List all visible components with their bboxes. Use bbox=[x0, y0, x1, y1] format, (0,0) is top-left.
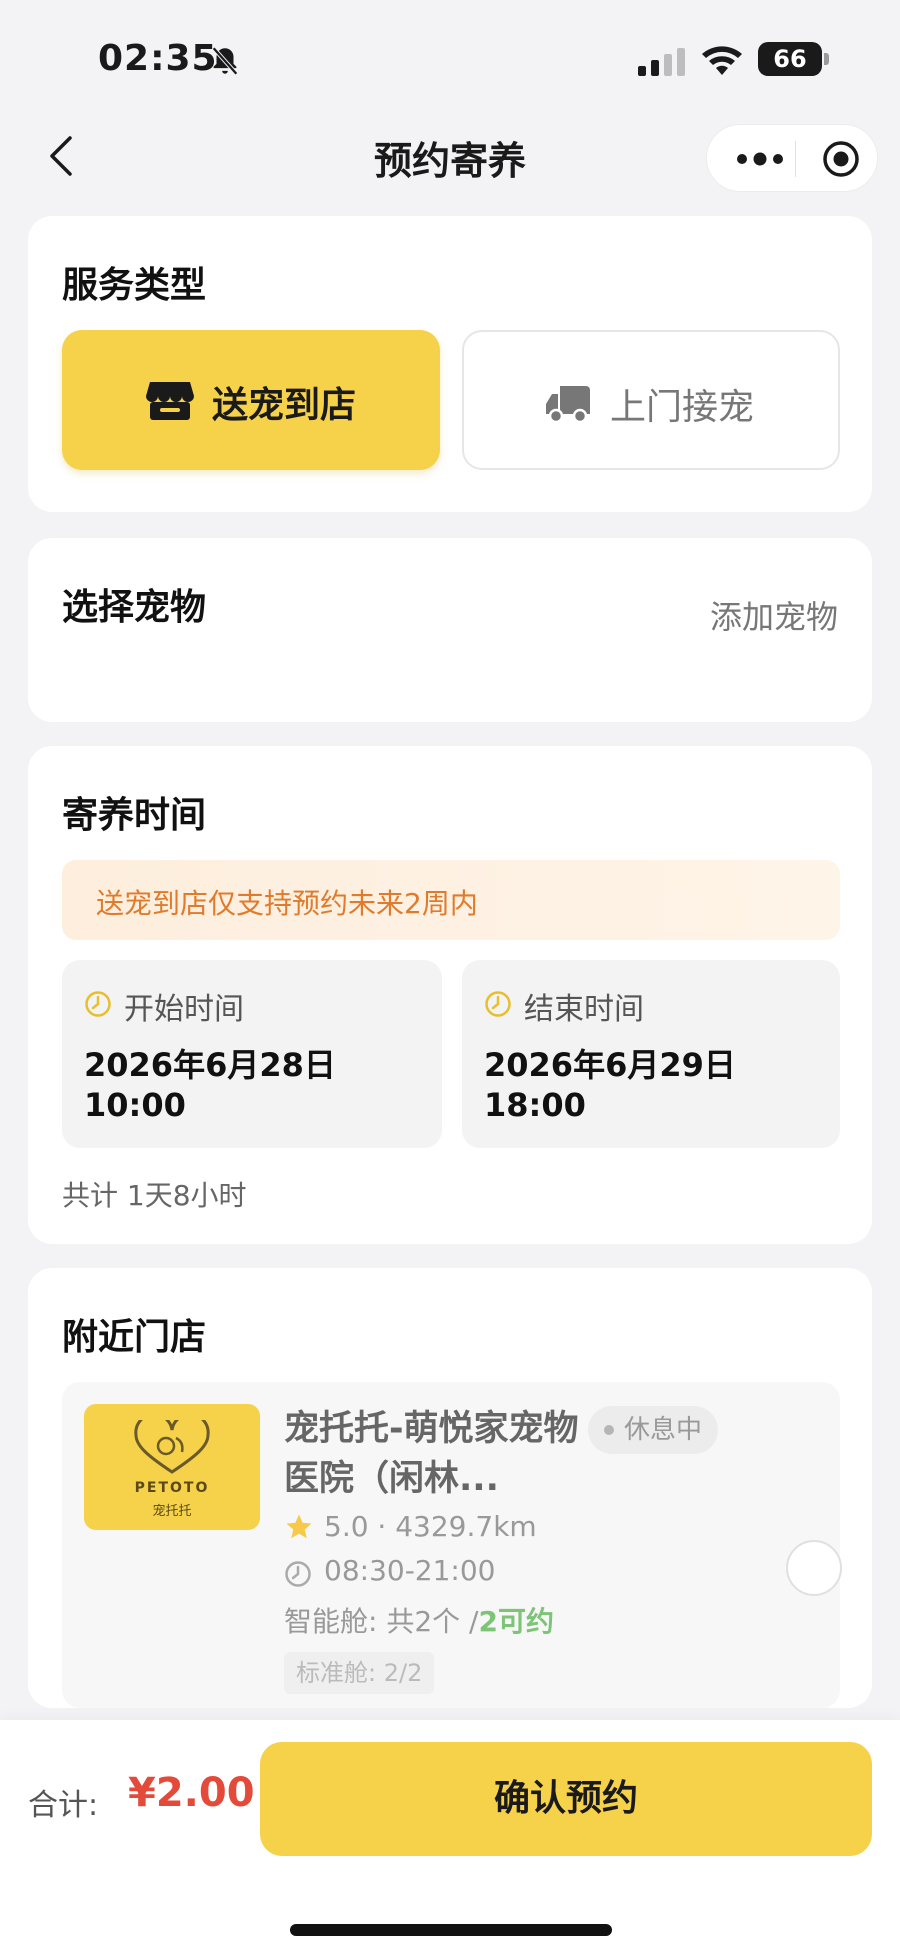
close-target-icon[interactable] bbox=[821, 139, 861, 179]
end-time-label: 结束时间 bbox=[524, 992, 644, 1027]
logo-text-cn: 宠托托 bbox=[152, 1504, 192, 1519]
confirm-booking-button[interactable]: 确认预约 bbox=[260, 1742, 872, 1856]
heart-pet-logo-icon bbox=[134, 1420, 210, 1474]
select-pet-card: 选择宠物 添加宠物 bbox=[28, 538, 872, 722]
boarding-time-title: 寄养时间 bbox=[62, 795, 207, 836]
start-time-picker[interactable]: 开始时间 2026年6月28日 10:00 bbox=[62, 960, 442, 1148]
notice-banner: 送宠到店仅支持预约未来2周内 bbox=[62, 860, 840, 940]
service-option-label: 上门接宠 bbox=[610, 387, 755, 428]
service-option-pickup[interactable]: 上门接宠 bbox=[462, 330, 840, 470]
service-type-title: 服务类型 bbox=[62, 265, 207, 306]
status-bar: 02:35 66 bbox=[0, 0, 900, 120]
store-name: 宠托托-萌悦家宠物医院（闲林... bbox=[284, 1409, 579, 1499]
start-hour: 10:00 bbox=[84, 1086, 186, 1124]
end-hour: 18:00 bbox=[484, 1086, 586, 1124]
store-icon bbox=[146, 382, 194, 420]
store-capsule-info: 智能舱: 共2个 /2可约 bbox=[284, 1600, 554, 1640]
boarding-time-card: 寄养时间 送宠到店仅支持预约未来2周内 开始时间 2026年6月28日 10:0… bbox=[28, 746, 872, 1244]
status-time: 02:35 bbox=[98, 38, 218, 79]
bell-off-icon bbox=[212, 46, 238, 76]
add-pet-button[interactable]: 添加宠物 bbox=[710, 592, 838, 638]
mini-program-capsule bbox=[706, 124, 878, 192]
total-label: 合计: bbox=[28, 1788, 99, 1823]
store-rating-distance: 5.0 · 4329.7km bbox=[324, 1510, 537, 1543]
store-select-radio[interactable] bbox=[786, 1540, 842, 1596]
clock-icon bbox=[85, 991, 111, 1017]
end-time-picker[interactable]: 结束时间 2026年6月29日 18:00 bbox=[462, 960, 840, 1148]
clock-icon bbox=[485, 991, 511, 1017]
store-list-item[interactable]: PETOTO 宠托托 宠托托-萌悦家宠物医院（闲林... 休息中 5.0 · 4… bbox=[62, 1382, 842, 1708]
signal-icon bbox=[638, 48, 685, 76]
home-indicator bbox=[290, 1924, 612, 1936]
battery-tip bbox=[824, 53, 829, 65]
select-pet-title: 选择宠物 bbox=[62, 587, 207, 628]
service-option-dropoff[interactable]: 送宠到店 bbox=[62, 330, 440, 470]
wifi-icon bbox=[702, 46, 742, 75]
truck-icon bbox=[546, 386, 590, 424]
capsule-divider bbox=[795, 141, 796, 177]
status-badge: 休息中 bbox=[588, 1406, 719, 1454]
store-hours: 08:30-21:00 bbox=[324, 1554, 496, 1587]
total-amount: ¥2.00 bbox=[128, 1770, 255, 1816]
duration-text: 共计 1天8小时 bbox=[62, 1179, 247, 1212]
more-icon[interactable] bbox=[733, 147, 787, 171]
start-date: 2026年6月28日 bbox=[84, 1046, 336, 1084]
capsule-total: 智能舱: 共2个 / bbox=[284, 1605, 479, 1638]
start-time-label: 开始时间 bbox=[124, 992, 244, 1027]
star-icon bbox=[286, 1514, 312, 1539]
notice-text: 送宠到店仅支持预约未来2周内 bbox=[96, 887, 478, 920]
bottom-bar: 合计: ¥2.00 确认预约 bbox=[0, 1720, 900, 1950]
battery-indicator: 66 bbox=[758, 42, 822, 76]
store-logo: PETOTO 宠托托 bbox=[84, 1404, 260, 1530]
clock-icon bbox=[285, 1561, 311, 1587]
service-type-card: 服务类型 送宠到店 上门接宠 bbox=[28, 216, 872, 512]
end-date: 2026年6月29日 bbox=[484, 1046, 736, 1084]
logo-text-en: PETOTO bbox=[134, 1480, 210, 1496]
nearby-stores-title: 附近门店 bbox=[62, 1317, 207, 1358]
standard-capsule-tag: 标准舱: 2/2 bbox=[284, 1652, 435, 1694]
nearby-stores-card: 附近门店 PETOTO 宠托托 宠托托-萌悦家宠物医院（闲林... 休息中 5.… bbox=[28, 1268, 872, 1708]
capsule-available: 2可约 bbox=[478, 1605, 554, 1638]
service-option-label: 送宠到店 bbox=[212, 385, 357, 426]
